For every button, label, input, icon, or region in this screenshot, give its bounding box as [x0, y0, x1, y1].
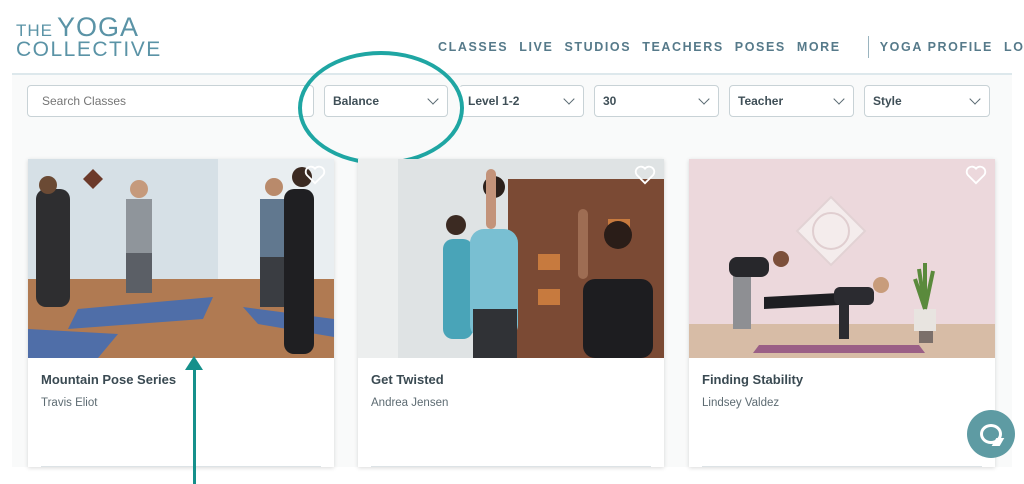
level-select[interactable]: Level 1-2: [459, 85, 584, 117]
class-teacher: Lindsey Valdez: [702, 397, 780, 409]
class-card[interactable]: Mountain Pose Series Travis Eliot: [28, 159, 334, 467]
class-teacher: Travis Eliot: [41, 397, 98, 409]
class-thumbnail[interactable]: [28, 159, 334, 358]
heart-icon[interactable]: [634, 165, 656, 185]
chevron-down-icon: [833, 93, 845, 105]
logo-collective: COLLECTIVE: [16, 38, 162, 61]
nav-live[interactable]: LIVE: [519, 40, 553, 54]
card-divider: [702, 466, 982, 467]
class-card[interactable]: Finding Stability Lindsey Valdez: [689, 159, 995, 467]
nav-more[interactable]: MORE: [797, 40, 841, 54]
class-title[interactable]: Mountain Pose Series: [41, 372, 176, 387]
nav-poses[interactable]: POSES: [735, 40, 786, 54]
class-title[interactable]: Get Twisted: [371, 372, 444, 387]
duration-select[interactable]: 30: [594, 85, 719, 117]
nav-teachers[interactable]: TEACHERS: [642, 40, 724, 54]
logo-the: THE: [16, 21, 53, 40]
class-title[interactable]: Finding Stability: [702, 372, 803, 387]
style-select-value: Style: [873, 94, 902, 108]
nav-classes[interactable]: CLASSES: [438, 40, 508, 54]
card-divider: [371, 466, 651, 467]
nav-divider: [867, 36, 869, 58]
search-input[interactable]: [27, 85, 314, 117]
main-nav: CLASSES LIVE STUDIOS TEACHERS POSES MORE…: [438, 36, 1024, 58]
heart-icon[interactable]: [965, 165, 987, 185]
teacher-select[interactable]: Teacher: [729, 85, 854, 117]
teacher-select-value: Teacher: [738, 94, 784, 108]
chevron-down-icon: [698, 93, 710, 105]
class-thumbnail[interactable]: [358, 159, 664, 358]
annotation-circle: [298, 51, 464, 165]
card-divider: [41, 466, 321, 467]
style-select[interactable]: Style: [864, 85, 990, 117]
logo-yoga: YOGA: [57, 12, 140, 42]
nav-studios[interactable]: STUDIOS: [564, 40, 631, 54]
class-card[interactable]: Get Twisted Andrea Jensen: [358, 159, 664, 467]
class-thumbnail[interactable]: [689, 159, 995, 358]
level-select-value: Level 1-2: [468, 94, 520, 108]
brand-logo[interactable]: THE YOGA COLLECTIVE: [16, 12, 162, 61]
heart-icon[interactable]: [304, 165, 326, 185]
class-teacher: Andrea Jensen: [371, 397, 449, 409]
duration-select-value: 30: [603, 94, 617, 108]
chat-button[interactable]: [967, 410, 1015, 458]
chevron-down-icon: [969, 93, 981, 105]
nav-logout[interactable]: LOGOUT: [1004, 40, 1024, 54]
chevron-down-icon: [563, 93, 575, 105]
annotation-arrow: [193, 368, 196, 484]
nav-yoga-profile[interactable]: YOGA PROFILE: [880, 40, 993, 54]
chat-icon: [980, 424, 1002, 444]
